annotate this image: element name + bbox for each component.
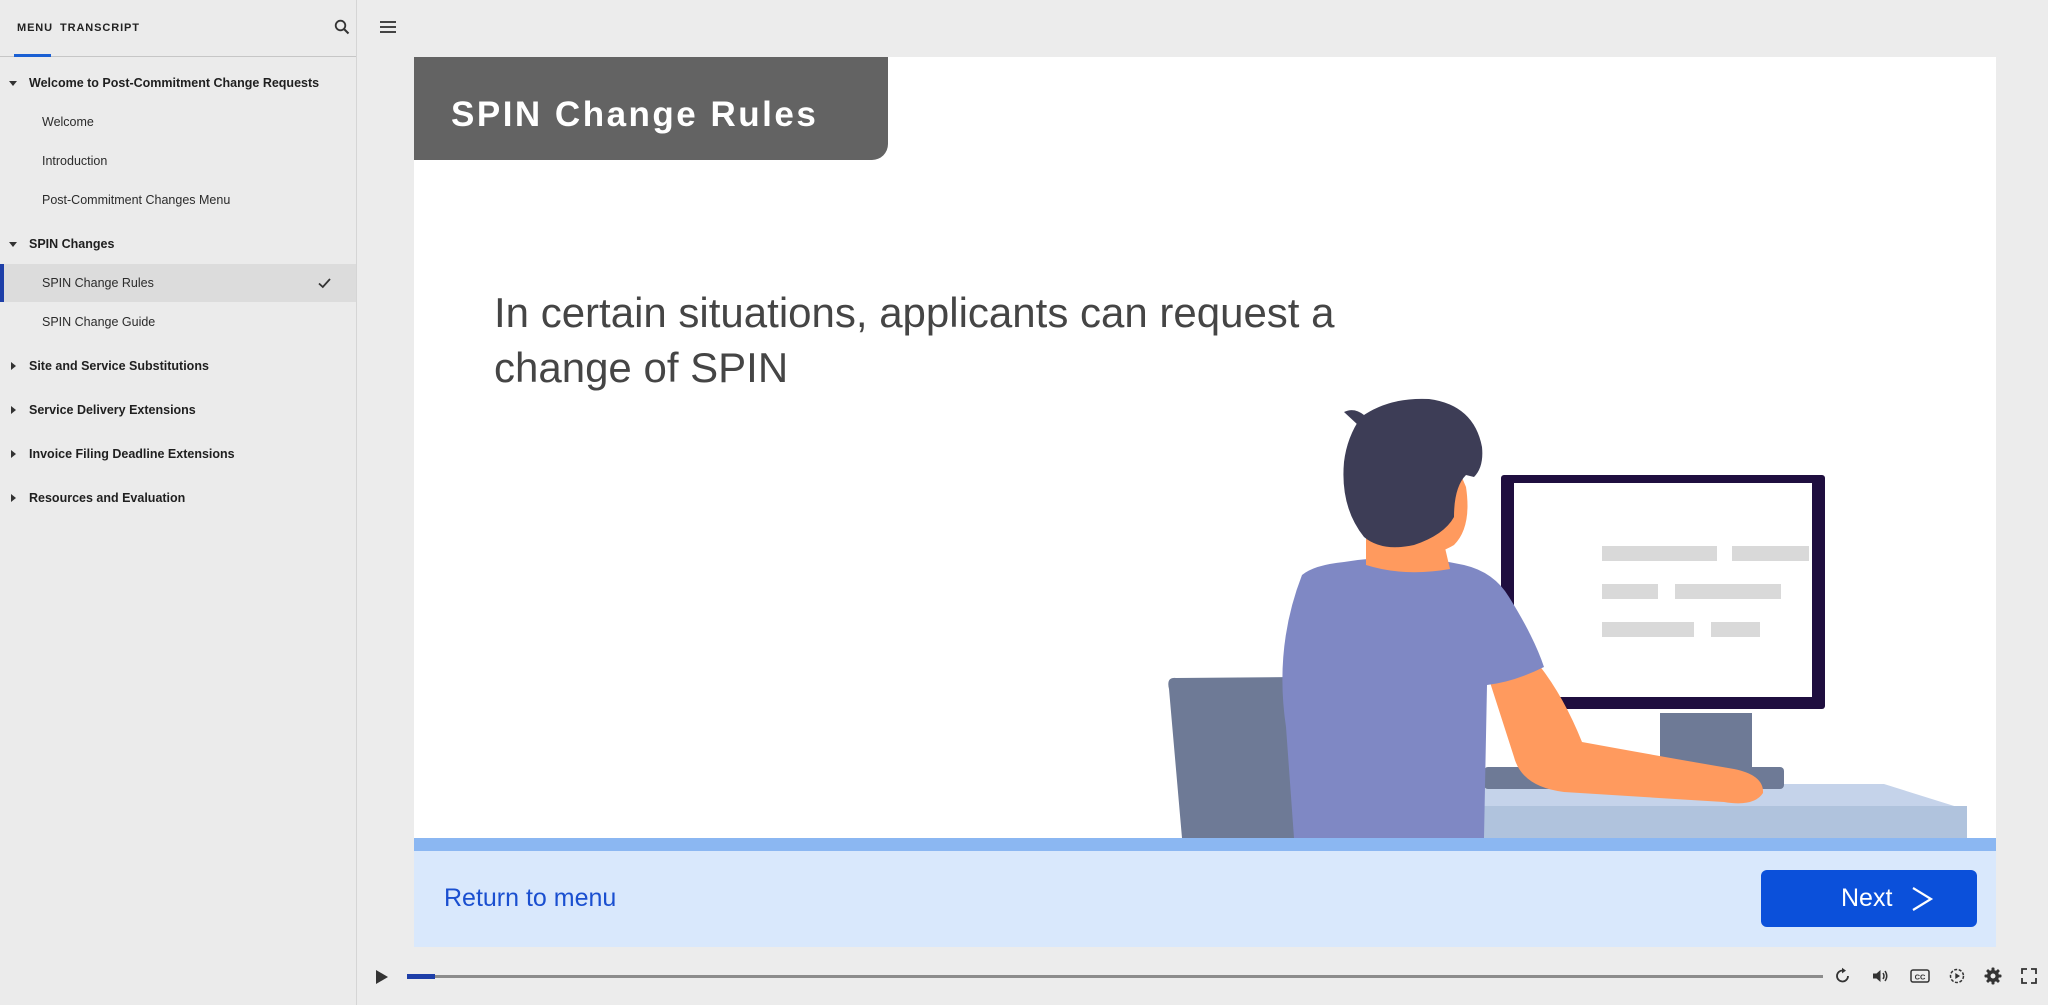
next-button-label: Next [1841,884,1893,912]
fullscreen-icon[interactable] [2020,967,2038,985]
menu-section-service-delivery-extensions[interactable]: Service Delivery Extensions [0,391,356,429]
checkmark-icon [318,278,331,289]
caret-right-icon [11,494,16,502]
menu-item-spin-change-guide[interactable]: SPIN Change Guide [0,303,356,341]
menu-section-label: SPIN Changes [29,237,115,251]
menu-item-label: Introduction [42,154,108,168]
menu-section-spin-changes[interactable]: SPIN Changes [0,225,356,263]
slide-canvas: SPIN Change Rules In certain situations,… [414,57,1996,947]
caret-down-icon [9,242,17,247]
play-icon[interactable] [375,969,389,985]
closed-captions-icon[interactable]: CC [1910,967,1930,985]
active-tab-indicator [14,54,51,57]
tab-menu[interactable]: MENU [17,22,53,34]
caret-right-icon [11,362,16,370]
sidebar-tabs: MENU TRANSCRIPT [0,0,356,57]
caret-down-icon [9,81,17,86]
menu-item-label: SPIN Change Rules [42,276,154,290]
slide-body-text: In certain situations, applicants can re… [494,289,1335,391]
chevron-right-icon [1912,887,1934,911]
slide-title: SPIN Change Rules [451,95,819,134]
search-icon[interactable] [334,19,350,35]
menu-section-label: Invoice Filing Deadline Extensions [29,447,235,461]
sidebar: MENU TRANSCRIPT Welcome to Post-Commitme… [0,0,357,1005]
progress-bar[interactable] [407,974,1823,979]
menu-item-welcome[interactable]: Welcome [0,103,356,141]
person-at-computer-illustration [1168,398,1967,838]
menu-section-label: Service Delivery Extensions [29,403,196,417]
menu-section-resources-evaluation[interactable]: Resources and Evaluation [0,479,356,517]
replay-icon[interactable] [1834,967,1852,985]
caret-right-icon [11,406,16,414]
return-to-menu-link[interactable]: Return to menu [444,884,616,913]
playback-speed-icon[interactable] [1948,967,1966,985]
menu-item-label: Post-Commitment Changes Menu [42,193,231,207]
menu-section-label: Welcome to Post-Commitment Change Reques… [29,76,320,90]
menu-section-label: Resources and Evaluation [29,491,186,505]
menu-section-label: Site and Service Substitutions [29,359,209,373]
menu-item-post-commitment-changes-menu[interactable]: Post-Commitment Changes Menu [0,181,356,219]
volume-icon[interactable] [1871,967,1889,985]
bottom-accent-strip [414,838,1996,851]
menu-item-label: SPIN Change Guide [42,315,156,329]
menu-section-site-service-substitutions[interactable]: Site and Service Substitutions [0,347,356,385]
slide-navigation-bar: Return to menu Next [414,851,1996,947]
slide-title-banner: SPIN Change Rules [414,57,888,160]
hamburger-menu-icon[interactable] [380,21,396,33]
next-button[interactable]: Next [1761,870,1977,927]
menu-item-label: Welcome [42,115,94,129]
menu-item-spin-change-rules[interactable]: SPIN Change Rules [0,264,356,302]
caret-right-icon [11,450,16,458]
menu-section-invoice-filing-deadline-extensions[interactable]: Invoice Filing Deadline Extensions [0,435,356,473]
gear-icon[interactable] [1984,967,2002,985]
svg-text:CC: CC [1915,973,1926,982]
progress-bar-fill [407,974,436,979]
tab-transcript[interactable]: TRANSCRIPT [60,22,140,34]
menu-item-introduction[interactable]: Introduction [0,142,356,180]
menu-section-welcome[interactable]: Welcome to Post-Commitment Change Reques… [0,64,356,102]
